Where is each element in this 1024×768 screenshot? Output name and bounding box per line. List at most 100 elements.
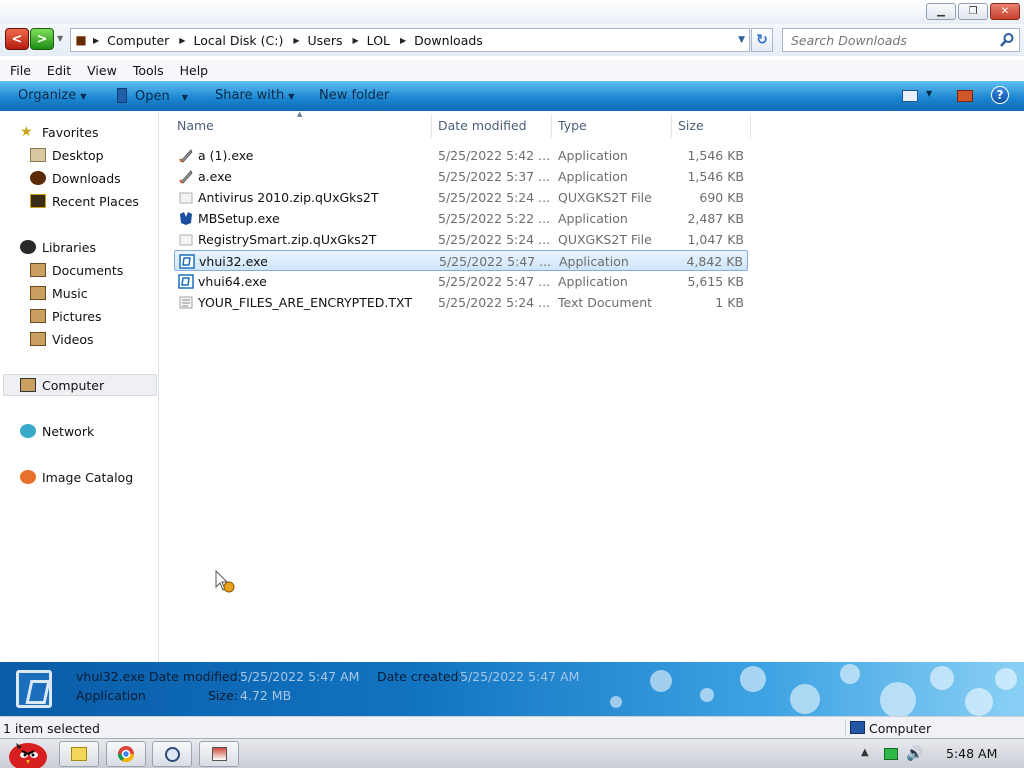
help-button[interactable]: ? [991,86,1009,104]
close-button[interactable]: ✕ [990,3,1020,20]
file-list: ▲ Name Date modified Type Size a (1).exe… [160,110,1024,662]
open-button[interactable]: Open ▼ [117,88,188,104]
file-row[interactable]: a.exe 5/25/2022 5:37 ... Application 1,5… [174,166,748,187]
blank-file-icon [179,192,193,204]
taskbar-app-button[interactable] [152,741,192,767]
file-name: vhui64.exe [198,274,267,289]
file-row[interactable]: RegistrySmart.zip.qUxGks2T 5/25/2022 5:2… [174,229,748,250]
preview-pane-icon[interactable] [957,90,973,102]
blank-file-icon [179,234,193,246]
command-bar: Organize ▼ Open ▼ Share with ▼ New folder ▼… [0,81,1024,111]
menu-bar: File Edit View Tools Help [0,60,1024,80]
search-box[interactable] [782,28,1020,52]
menu-view[interactable]: View [87,63,117,78]
breadcrumb-separator[interactable]: ▶ [293,36,299,45]
view-options-dropdown[interactable]: ▼ [926,89,932,98]
nav-desktop[interactable]: Desktop [30,145,104,165]
breadcrumb-local-disk[interactable]: Local Disk (C:) [193,33,283,48]
nav-downloads[interactable]: Downloads [30,168,121,188]
forward-button[interactable]: > [30,28,54,50]
details-file-name: vhui32.exe [76,669,145,684]
decorative-bubble [840,664,860,684]
menu-edit[interactable]: Edit [47,63,71,78]
minimize-button[interactable]: ▁ [926,3,956,20]
file-row[interactable]: a (1).exe 5/25/2022 5:42 ... Application… [174,145,748,166]
menu-help[interactable]: Help [180,63,209,78]
file-type: Application [558,148,628,163]
taskbar-explorer-button[interactable] [59,741,99,767]
computer-icon [850,721,865,734]
column-headers: ▲ Name Date modified Type Size [160,110,760,138]
organize-button[interactable]: Organize ▼ [18,88,86,103]
column-header-type[interactable]: Type [558,118,587,133]
details-file-type: Application [76,688,146,703]
breadcrumb-separator[interactable]: ▶ [179,36,185,45]
file-row-selected[interactable]: vhui32.exe 5/25/2022 5:47 ... Applicatio… [174,250,748,271]
address-bar[interactable]: ■ ▶ Computer ▶ Local Disk (C:) ▶ Users ▶… [70,28,750,52]
column-header-size[interactable]: Size [678,118,704,133]
explorer-folder-icon [71,747,87,761]
nav-image-catalog[interactable]: Image Catalog [20,467,133,487]
busy-cursor-icon [215,570,235,593]
file-row[interactable]: YOUR_FILES_ARE_ENCRYPTED.TXT 5/25/2022 5… [174,292,748,313]
taskbar-clock[interactable]: 5:48 AM [946,746,997,761]
column-header-date-modified[interactable]: Date modified [438,118,527,133]
pictures-icon [30,309,46,323]
column-header-name[interactable]: Name [177,118,214,133]
maximize-button[interactable]: ❐ [958,3,988,20]
refresh-button[interactable]: ↻ [751,28,773,52]
show-hidden-icons-icon[interactable]: ▲ [861,747,869,758]
nav-videos[interactable]: Videos [30,329,94,349]
computer-icon [20,378,36,392]
nav-computer-label: Computer [42,377,105,393]
breadcrumb-lol[interactable]: LOL [367,33,390,48]
volume-icon[interactable]: 🔊 [906,746,923,762]
file-size: 5,615 KB [687,274,744,289]
network-status-icon[interactable] [884,748,898,760]
column-divider[interactable] [750,114,751,138]
rocket-icon [179,170,193,184]
recent-pages-dropdown[interactable]: ▼ [57,34,63,43]
libraries-icon [20,240,36,254]
file-date: 5/25/2022 5:24 ... [438,295,551,310]
start-button-angry-bird-icon[interactable] [4,733,50,768]
file-row[interactable]: vhui64.exe 5/25/2022 5:47 ... Applicatio… [174,271,748,292]
search-icon[interactable] [999,32,1015,48]
nav-libraries[interactable]: Libraries [20,237,96,257]
nav-network[interactable]: Network [20,421,94,441]
breadcrumb-separator[interactable]: ▶ [353,36,359,45]
sort-ascending-icon: ▲ [297,110,303,118]
nav-desktop-label: Desktop [52,147,104,163]
new-folder-button[interactable]: New folder [319,88,389,103]
breadcrumb-separator[interactable]: ▶ [400,36,406,45]
file-row[interactable]: Antivirus 2010.zip.qUxGks2T 5/25/2022 5:… [174,187,748,208]
breadcrumb-users[interactable]: Users [308,33,343,48]
menu-tools[interactable]: Tools [133,63,164,78]
back-button[interactable]: < [5,28,29,50]
column-divider[interactable] [431,114,432,138]
file-row[interactable]: MBSetup.exe 5/25/2022 5:22 ... Applicati… [174,208,748,229]
nav-computer[interactable]: Computer [20,375,104,395]
column-divider[interactable] [551,114,552,138]
column-divider[interactable] [671,114,672,138]
breadcrumb-downloads[interactable]: Downloads [414,33,483,48]
navigation-pane: ★ Favorites Desktop Downloads Recent Pla… [0,112,159,662]
nav-favorites[interactable]: ★ Favorites [20,122,98,142]
nav-music[interactable]: Music [30,283,88,303]
nav-documents[interactable]: Documents [30,260,123,280]
change-view-icon[interactable] [902,90,918,102]
file-name: vhui32.exe [199,254,268,269]
app-window-icon [179,254,195,269]
decorative-bubble [740,666,766,692]
breadcrumb-separator[interactable]: ▶ [93,36,99,45]
taskbar-chrome-button[interactable] [106,741,146,767]
search-input[interactable] [791,32,991,48]
share-with-button[interactable]: Share with ▼ [215,88,294,103]
taskbar-app-button-2[interactable] [199,741,239,767]
nav-recent-places[interactable]: Recent Places [30,191,139,211]
address-history-dropdown[interactable]: ▼ [738,35,745,45]
breadcrumb-computer[interactable]: Computer [107,33,169,48]
menu-file[interactable]: File [10,63,31,78]
nav-pictures[interactable]: Pictures [30,306,102,326]
network-icon [20,424,36,438]
